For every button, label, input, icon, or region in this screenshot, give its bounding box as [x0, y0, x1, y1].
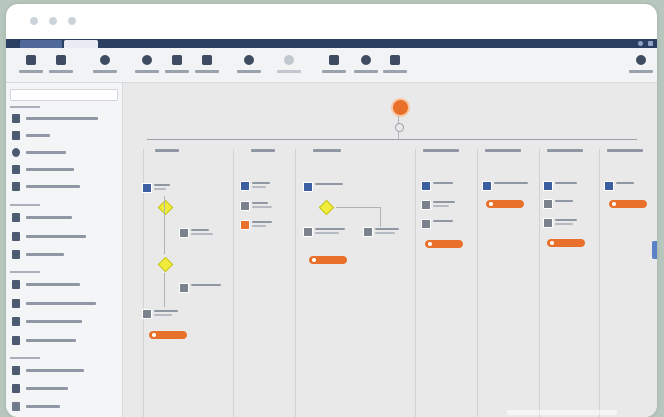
- close-icon[interactable]: [648, 41, 653, 46]
- redo-icon: [284, 55, 294, 65]
- palette-item[interactable]: [10, 146, 116, 160]
- globe-icon: [361, 55, 371, 65]
- palette-section-header: [10, 357, 40, 359]
- lane: [477, 149, 478, 417]
- fit-button[interactable]: [162, 51, 192, 79]
- decision-icon[interactable]: [318, 199, 335, 216]
- palette-item[interactable]: [10, 180, 116, 194]
- lane-header: [251, 149, 275, 152]
- ribbon-toolbar: [6, 48, 657, 83]
- lane-header: [547, 149, 583, 152]
- hand-icon: [12, 114, 20, 123]
- watermark: [507, 410, 617, 415]
- document-icon: [12, 165, 20, 174]
- document-icon: [12, 250, 20, 259]
- lane-header: [485, 149, 521, 152]
- end-event-pill[interactable]: [309, 256, 347, 264]
- palette-item[interactable]: [10, 315, 116, 329]
- document-icon: [12, 317, 20, 326]
- palette-item[interactable]: [10, 400, 116, 414]
- lane: [295, 149, 296, 417]
- zoom-out-icon: [142, 55, 152, 65]
- check-icon: [12, 402, 20, 411]
- mail-icon: [12, 131, 20, 140]
- palette-section-header: [10, 204, 40, 206]
- palette-search-input[interactable]: [10, 89, 118, 101]
- app-window: [6, 4, 657, 417]
- palette-item[interactable]: [10, 278, 116, 292]
- start-event-icon[interactable]: [391, 98, 410, 117]
- fit-icon: [172, 55, 182, 65]
- decision-icon[interactable]: [157, 256, 174, 273]
- zoom-out-button[interactable]: [132, 51, 162, 79]
- globe-button[interactable]: [351, 51, 381, 79]
- palette-item[interactable]: [10, 230, 116, 244]
- clock-icon: [12, 148, 20, 157]
- end-event-pill[interactable]: [547, 239, 585, 247]
- tab-bar: [6, 39, 657, 48]
- end-event-pill[interactable]: [609, 200, 647, 208]
- zoom-in-icon: [100, 55, 110, 65]
- tab-active[interactable]: [64, 40, 98, 48]
- add-button[interactable]: [380, 51, 410, 79]
- lane: [233, 149, 234, 417]
- palette-item[interactable]: [10, 382, 116, 396]
- window-dot-icon[interactable]: [30, 17, 38, 25]
- table-icon: [329, 55, 339, 65]
- lane: [415, 149, 416, 417]
- palette-item[interactable]: [10, 211, 116, 225]
- tab-first[interactable]: [20, 40, 62, 48]
- decision-icon[interactable]: [157, 199, 174, 216]
- table-button[interactable]: [319, 51, 349, 79]
- undo-icon: [244, 55, 254, 65]
- lane-header: [313, 149, 341, 152]
- screen: { "colors":{ "titlebar_dots":"#ccd3da", …: [0, 0, 664, 417]
- check-icon: [56, 55, 66, 65]
- palette-item[interactable]: [10, 129, 116, 143]
- window-dot-icon[interactable]: [68, 17, 76, 25]
- tab-status-icon: [638, 41, 643, 46]
- redo-button[interactable]: [274, 51, 304, 79]
- end-event-pill[interactable]: [149, 331, 187, 339]
- lane: [599, 149, 600, 417]
- table-icon: [12, 366, 20, 375]
- palette-item[interactable]: [10, 163, 116, 177]
- save-icon: [26, 55, 36, 65]
- undo-button[interactable]: [234, 51, 264, 79]
- document-icon: [12, 182, 20, 191]
- element-palette: [6, 83, 123, 417]
- process-canvas[interactable]: [123, 83, 657, 417]
- palette-section-header: [10, 271, 40, 273]
- settings-button[interactable]: [626, 51, 656, 79]
- settings-icon: [636, 55, 646, 65]
- database-icon: [12, 280, 20, 289]
- palette-item[interactable]: [10, 334, 116, 348]
- split-line: [147, 139, 637, 140]
- database-icon: [12, 213, 20, 222]
- document-icon: [12, 336, 20, 345]
- lane-header: [607, 149, 643, 152]
- palette-item[interactable]: [10, 364, 116, 378]
- lane: [539, 149, 540, 417]
- palette-item[interactable]: [10, 248, 116, 262]
- end-event-pill[interactable]: [486, 200, 524, 208]
- panel-toggle-handle[interactable]: [652, 241, 657, 259]
- palette-item[interactable]: [10, 112, 116, 126]
- table-icon: [12, 384, 20, 393]
- lane-header: [155, 149, 179, 152]
- palette-item[interactable]: [10, 297, 116, 311]
- grid-icon: [202, 55, 212, 65]
- gateway-icon: [395, 123, 404, 132]
- end-event-pill[interactable]: [425, 240, 463, 248]
- grid-button[interactable]: [192, 51, 222, 79]
- zoom-in-button[interactable]: [90, 51, 120, 79]
- validate-button[interactable]: [46, 51, 76, 79]
- save-button[interactable]: [16, 51, 46, 79]
- document-icon: [12, 299, 20, 308]
- add-icon: [390, 55, 400, 65]
- document-icon: [12, 232, 20, 241]
- palette-section-header: [10, 106, 40, 108]
- window-dot-icon[interactable]: [49, 17, 57, 25]
- lane-header: [423, 149, 459, 152]
